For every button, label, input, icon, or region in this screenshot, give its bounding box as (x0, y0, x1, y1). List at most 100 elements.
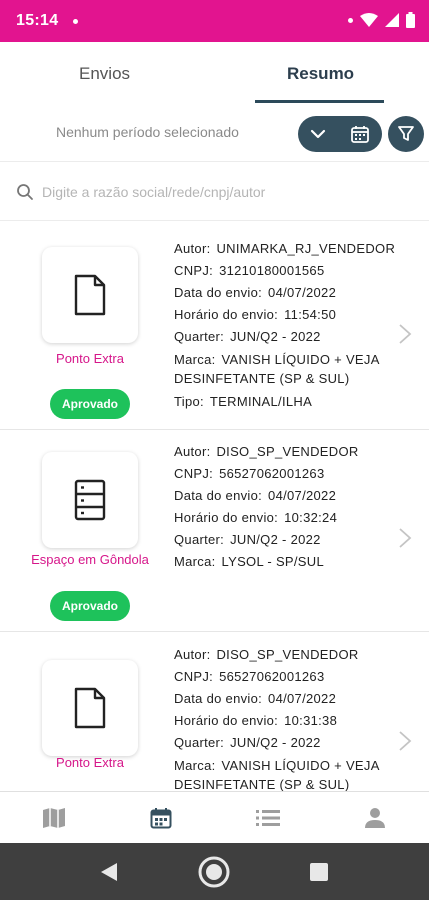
detail-row: Marca: VANISH LÍQUIDO + VEJA DESINFETANTE… (174, 754, 399, 791)
submission-card[interactable]: Ponto Extra Autor: DISO_SP_VENDEDOR CNPJ:… (0, 632, 429, 791)
home-icon[interactable] (198, 856, 230, 888)
wifi-icon (360, 13, 378, 27)
detail-value: 56527062001263 (219, 669, 325, 684)
detail-label: Horário do envio: (174, 713, 279, 728)
status-bar: 15:14 (0, 0, 429, 42)
detail-value: JUN/Q2 - 2022 (230, 532, 321, 547)
detail-value: 10:32:24 (284, 510, 338, 525)
document-thumbnail (42, 247, 138, 343)
filter-icon (398, 126, 414, 141)
document-icon (74, 274, 106, 316)
nav-map[interactable] (42, 806, 66, 830)
detail-label: Marca: (174, 554, 216, 569)
detail-value: DISO_SP_VENDEDOR (216, 444, 359, 459)
detail-value: DISO_SP_VENDEDOR (216, 647, 359, 662)
status-time: 15:14 (16, 12, 59, 29)
back-icon[interactable] (99, 862, 119, 882)
chevron-right-icon[interactable] (398, 323, 412, 345)
person-icon (365, 808, 385, 828)
period-filter-row: Nenhum período selecionado (0, 104, 429, 162)
detail-label: Marca: (174, 758, 216, 773)
list-icon (256, 810, 280, 826)
detail-value: 04/07/2022 (268, 285, 337, 300)
shelf-thumbnail (42, 452, 138, 548)
submissions-list: Ponto Extra Aprovado Autor: UNIMARKA_RJ_V… (0, 222, 429, 791)
detail-value: UNIMARKA_RJ_VENDEDOR (216, 241, 396, 256)
shelf-icon (74, 479, 106, 521)
category-label: Ponto Extra (56, 351, 124, 366)
bottom-navigation (0, 791, 429, 843)
tab-resumo[interactable]: Resumo (287, 64, 354, 84)
detail-row: Data do envio: 04/07/2022 (174, 282, 399, 304)
detail-row: Marca: VANISH LÍQUIDO + VEJA DESINFETANTE… (174, 348, 399, 388)
document-icon (74, 687, 106, 729)
detail-label: Tipo: (174, 394, 204, 409)
detail-label: Data do envio: (174, 285, 263, 300)
filter-button[interactable] (388, 116, 424, 152)
detail-label: Autor: (174, 647, 211, 662)
detail-label: Quarter: (174, 532, 225, 547)
tab-bar: Envios Resumo (0, 42, 429, 104)
detail-value: JUN/Q2 - 2022 (230, 735, 321, 750)
detail-value: TERMINAL/ILHA (209, 394, 313, 409)
detail-row: Horário do envio: 10:31:38 (174, 710, 399, 732)
detail-row: Data do envio: 04/07/2022 (174, 485, 399, 507)
detail-value: 31210180001565 (219, 263, 325, 278)
category-label: Espaço em Gôndola (31, 552, 149, 567)
detail-row: Autor: DISO_SP_VENDEDOR (174, 644, 399, 666)
card-details: Autor: DISO_SP_VENDEDOR CNPJ: 565270620012… (174, 644, 399, 791)
detail-value: LYSOL - SP/SUL (221, 554, 324, 569)
nav-calendar[interactable] (149, 806, 173, 830)
detail-label: Data do envio: (174, 691, 263, 706)
submission-card[interactable]: Espaço em Gôndola Aprovado Autor: DISO_SP… (0, 430, 429, 632)
period-selector-button[interactable] (298, 116, 382, 152)
status-icons (348, 12, 415, 28)
detail-row: CNPJ: 56527062001263 (174, 463, 399, 485)
search-input[interactable] (42, 180, 402, 204)
detail-value: JUN/Q2 - 2022 (230, 329, 321, 344)
map-icon (43, 808, 65, 828)
chevron-right-icon[interactable] (398, 730, 412, 752)
detail-row: Quarter: JUN/Q2 - 2022 (174, 326, 399, 348)
card-details: Autor: DISO_SP_VENDEDOR CNPJ: 565270620012… (174, 441, 399, 573)
search-bar (0, 163, 429, 221)
chevron-down-icon (310, 129, 326, 139)
card-details: Autor: UNIMARKA_RJ_VENDEDOR CNPJ: 31210180… (174, 238, 399, 413)
detail-value: 10:31:38 (284, 713, 338, 728)
category-label: Ponto Extra (56, 755, 124, 770)
tab-envios[interactable]: Envios (79, 64, 130, 84)
notification-dot-icon (348, 17, 353, 23)
detail-label: Autor: (174, 241, 211, 256)
detail-row: CNPJ: 56527062001263 (174, 666, 399, 688)
calendar-icon (351, 126, 369, 143)
period-label: Nenhum período selecionado (56, 124, 239, 140)
system-navigation-bar (0, 843, 429, 900)
status-badge: Aprovado (50, 591, 130, 621)
detail-label: Quarter: (174, 329, 225, 344)
detail-row: Quarter: JUN/Q2 - 2022 (174, 529, 399, 551)
detail-row: Data do envio: 04/07/2022 (174, 688, 399, 710)
calendar-icon (150, 808, 172, 829)
detail-label: CNPJ: (174, 263, 214, 278)
detail-label: Quarter: (174, 735, 225, 750)
detail-label: Data do envio: (174, 488, 263, 503)
detail-label: CNPJ: (174, 669, 214, 684)
detail-value: 04/07/2022 (268, 691, 337, 706)
detail-label: Autor: (174, 444, 211, 459)
detail-row: Autor: DISO_SP_VENDEDOR (174, 441, 399, 463)
chevron-right-icon[interactable] (398, 527, 412, 549)
nav-list[interactable] (256, 806, 280, 830)
battery-icon (406, 12, 415, 28)
detail-value: 04/07/2022 (268, 488, 337, 503)
detail-row: Marca: LYSOL - SP/SUL (174, 551, 399, 573)
nav-profile[interactable] (363, 806, 387, 830)
notification-dot-icon (73, 19, 78, 24)
document-thumbnail (42, 660, 138, 756)
status-badge: Aprovado (50, 389, 130, 419)
submission-card[interactable]: Ponto Extra Aprovado Autor: UNIMARKA_RJ_V… (0, 222, 429, 430)
recents-icon[interactable] (310, 863, 328, 881)
signal-icon (385, 13, 399, 27)
detail-row: Autor: UNIMARKA_RJ_VENDEDOR (174, 238, 399, 260)
detail-label: CNPJ: (174, 466, 214, 481)
detail-row: Horário do envio: 10:32:24 (174, 507, 399, 529)
